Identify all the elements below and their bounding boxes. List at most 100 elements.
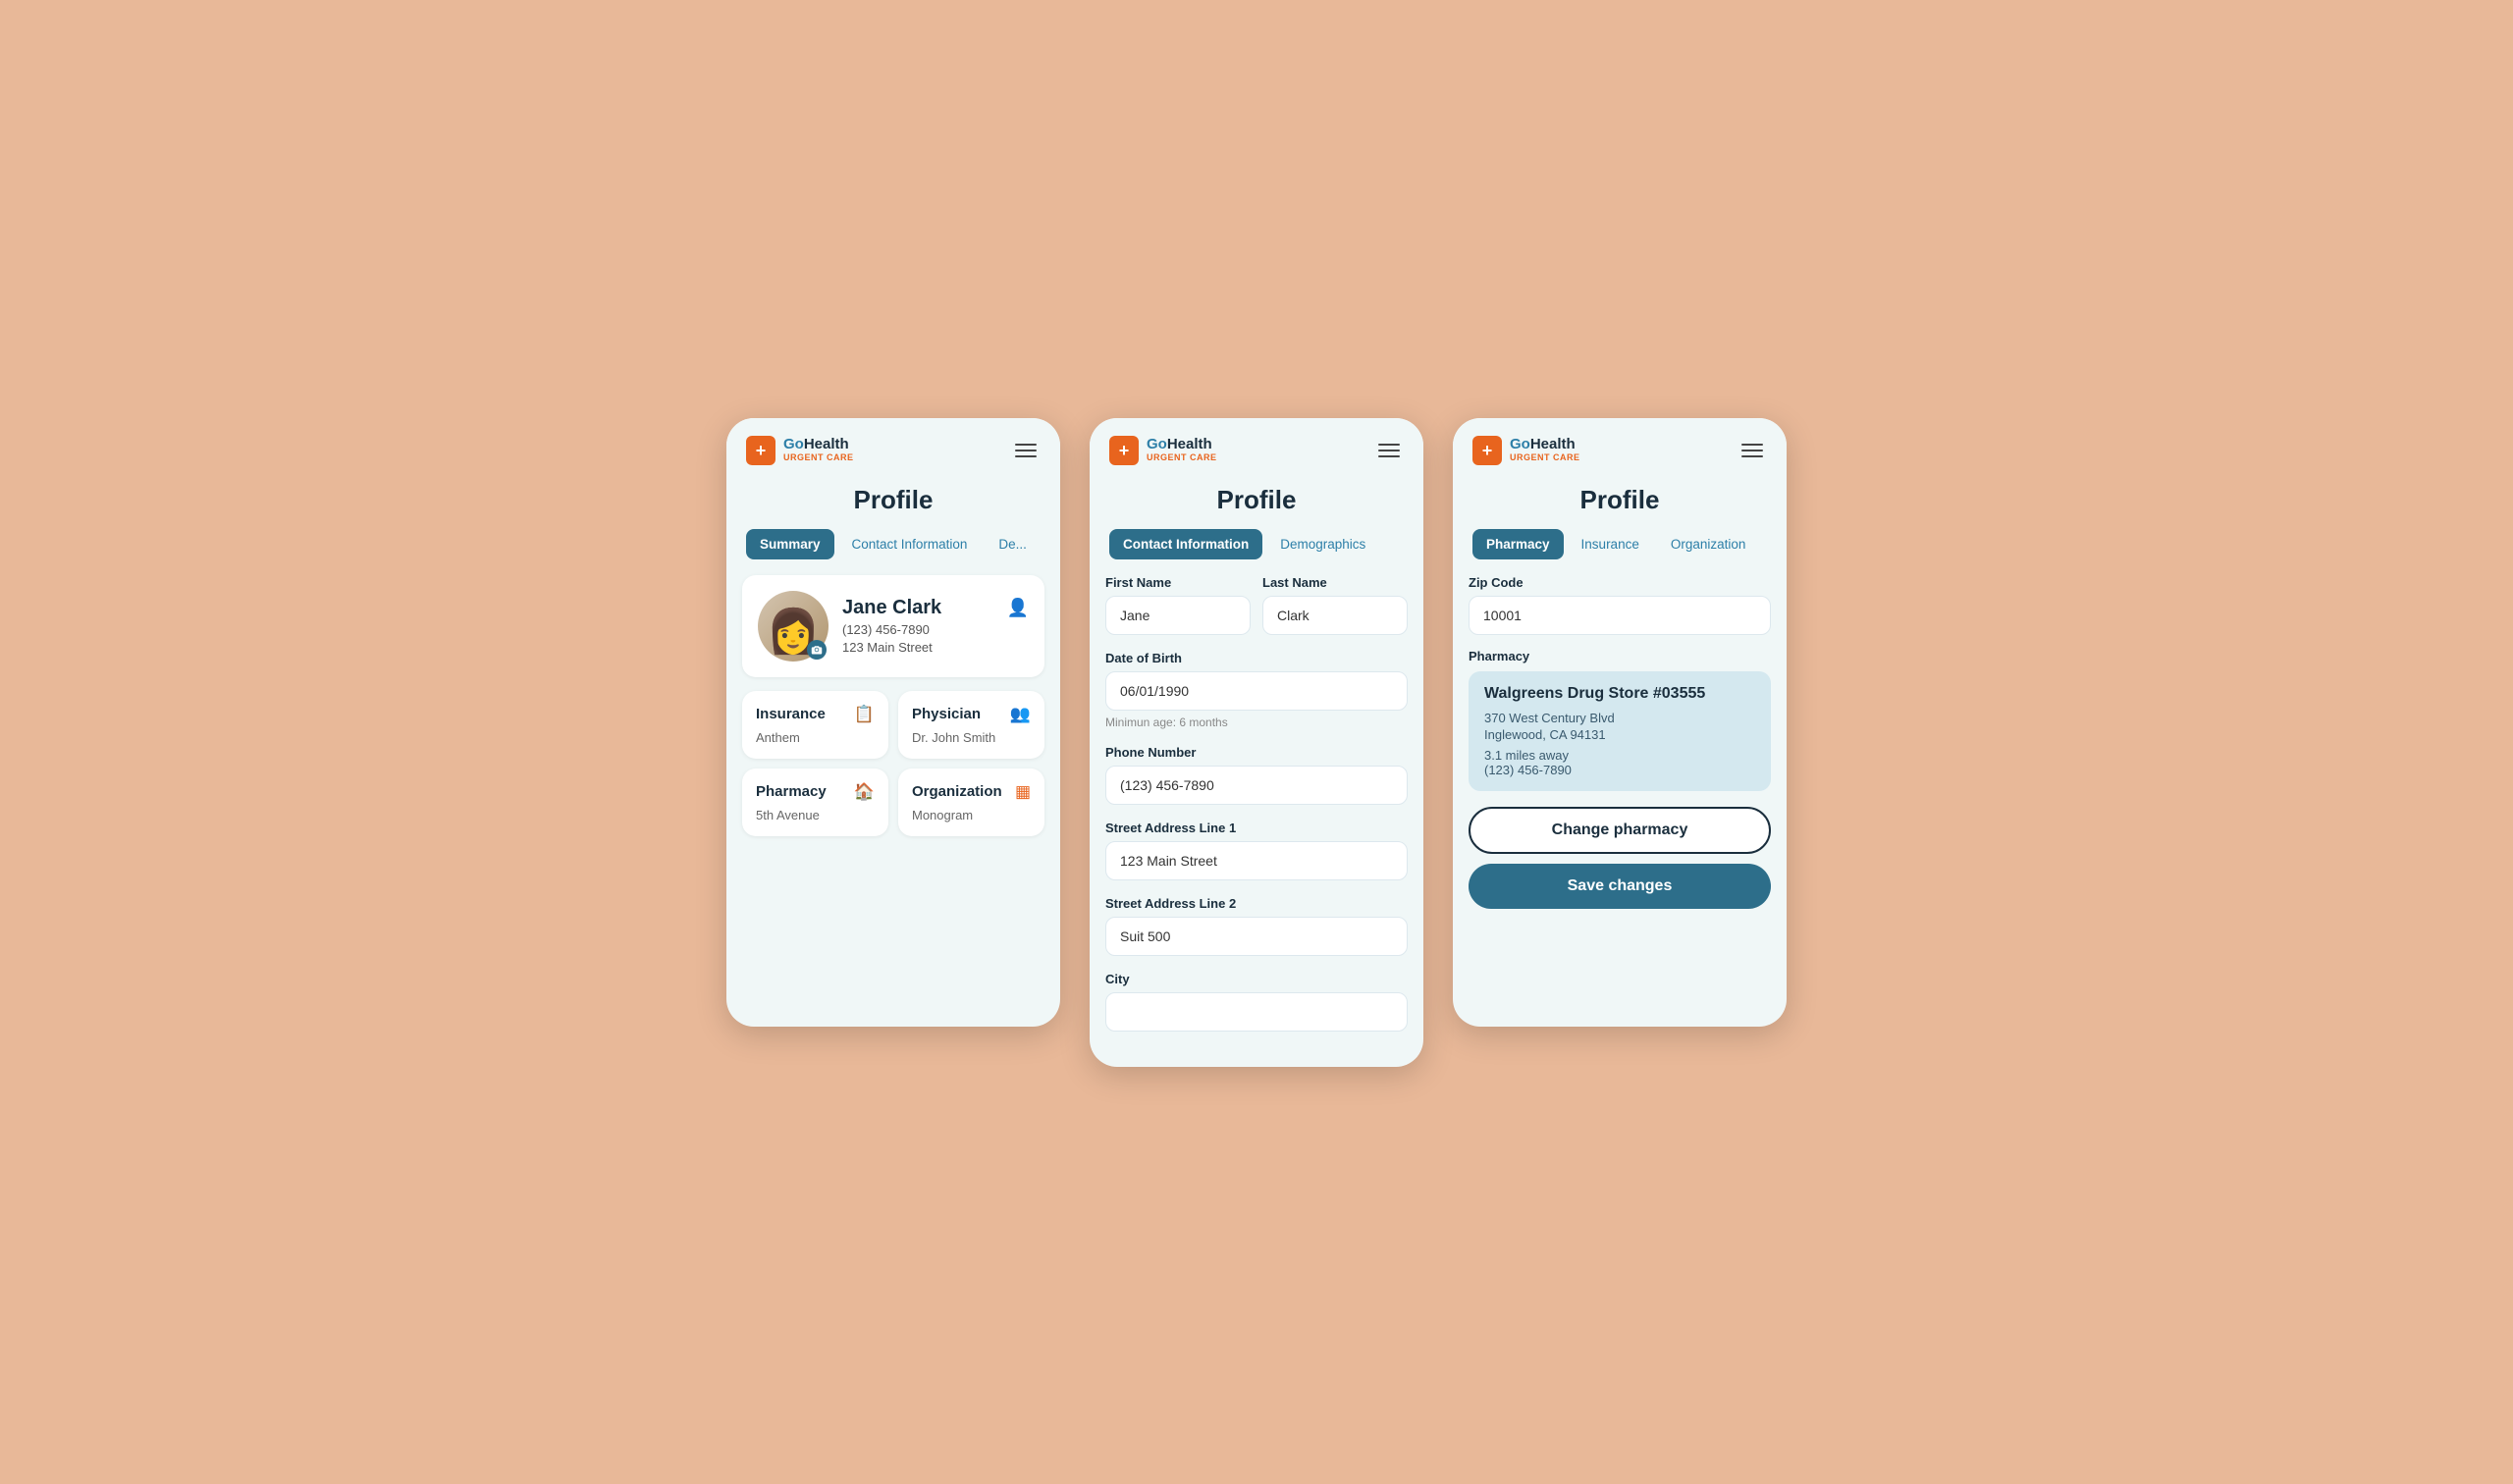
screen-3-pharmacy: + GoHealth URGENT CARE Profile Pharmacy … — [1453, 418, 1787, 1027]
last-name-group: Last Name — [1262, 575, 1408, 635]
logo-health-text: Health — [804, 436, 849, 452]
tab-summary[interactable]: Summary — [746, 529, 834, 559]
organization-card[interactable]: Organization ▦ Monogram — [898, 768, 1044, 836]
organization-icon: ▦ — [1015, 782, 1031, 802]
logo-3: + GoHealth URGENT CARE — [1472, 436, 1580, 465]
screen-2-body: First Name Last Name Date of Birth Minim… — [1090, 575, 1423, 1067]
screen-1-body: 👩 Jane Clark 👤 (123) 456-7890 123 Main S… — [726, 575, 1060, 1027]
city-input[interactable] — [1105, 992, 1408, 1032]
logo-2: + GoHealth URGENT CARE — [1109, 436, 1217, 465]
header-3: + GoHealth URGENT CARE — [1453, 418, 1787, 475]
tab-de[interactable]: De... — [985, 529, 1041, 559]
insurance-icon: 📋 — [854, 705, 875, 724]
pharmacy-address2: Inglewood, CA 94131 — [1484, 727, 1755, 742]
city-group: City — [1105, 972, 1408, 1032]
dob-hint: Minimun age: 6 months — [1105, 716, 1408, 729]
screen-3-title: Profile — [1453, 475, 1787, 529]
phone-label: Phone Number — [1105, 745, 1408, 760]
last-name-input[interactable] — [1262, 596, 1408, 635]
logo-urgent-text: URGENT CARE — [783, 453, 854, 463]
last-name-label: Last Name — [1262, 575, 1408, 590]
gohealth-logo-icon-1: + — [746, 436, 775, 465]
organization-label: Organization — [912, 783, 1002, 800]
phone-input[interactable] — [1105, 766, 1408, 805]
profile-phone: (123) 456-7890 — [842, 622, 1029, 637]
address1-group: Street Address Line 1 — [1105, 821, 1408, 880]
profile-card: 👩 Jane Clark 👤 (123) 456-7890 123 Main S… — [742, 575, 1044, 677]
menu-icon-2[interactable] — [1374, 440, 1404, 461]
first-name-input[interactable] — [1105, 596, 1251, 635]
screen-2-title: Profile — [1090, 475, 1423, 529]
screens-container: + GoHealth URGENT CARE Profile Summary C… — [726, 418, 1787, 1067]
insurance-card[interactable]: Insurance 📋 Anthem — [742, 691, 888, 759]
tabs-1: Summary Contact Information De... — [726, 529, 1060, 559]
pharmacy-section-label: Pharmacy — [1469, 649, 1771, 663]
physician-label: Physician — [912, 706, 981, 722]
logo-health-text-3: Health — [1530, 436, 1576, 452]
tabs-3: Pharmacy Insurance Organization — [1453, 529, 1787, 559]
zip-group: Zip Code — [1469, 575, 1771, 635]
city-label: City — [1105, 972, 1408, 986]
screen-1-summary: + GoHealth URGENT CARE Profile Summary C… — [726, 418, 1060, 1027]
pharmacy-address1: 370 West Century Blvd — [1484, 711, 1755, 725]
logo-urgent-text-3: URGENT CARE — [1510, 453, 1580, 463]
save-changes-button[interactable]: Save changes — [1469, 864, 1771, 909]
screen-1-title: Profile — [726, 475, 1060, 529]
menu-icon-1[interactable] — [1011, 440, 1041, 461]
logo-go-text-3: Go — [1510, 436, 1530, 452]
logo-urgent-text-2: URGENT CARE — [1147, 453, 1217, 463]
logo-go-text-2: Go — [1147, 436, 1167, 452]
dob-group: Date of Birth Minimun age: 6 months — [1105, 651, 1408, 729]
tab-pharmacy-active[interactable]: Pharmacy — [1472, 529, 1564, 559]
pharmacy-card[interactable]: Pharmacy 🏠 5th Avenue — [742, 768, 888, 836]
screen-3-body: Zip Code Pharmacy Walgreens Drug Store #… — [1453, 575, 1787, 1027]
gohealth-logo-icon-3: + — [1472, 436, 1502, 465]
tab-organization[interactable]: Organization — [1657, 529, 1760, 559]
pharmacy-miles: 3.1 miles away — [1484, 748, 1755, 763]
address1-label: Street Address Line 1 — [1105, 821, 1408, 835]
insurance-label: Insurance — [756, 706, 826, 722]
logo-1: + GoHealth URGENT CARE — [746, 436, 854, 465]
pharmacy-phone: (123) 456-7890 — [1484, 763, 1755, 777]
physician-card[interactable]: Physician 👥 Dr. John Smith — [898, 691, 1044, 759]
address2-input[interactable] — [1105, 917, 1408, 956]
avatar-wrap: 👩 — [758, 591, 829, 662]
tab-contact-info-1[interactable]: Contact Information — [838, 529, 982, 559]
tab-demographics[interactable]: Demographics — [1266, 529, 1379, 559]
address2-group: Street Address Line 2 — [1105, 896, 1408, 956]
zip-label: Zip Code — [1469, 575, 1771, 590]
name-row: First Name Last Name — [1105, 575, 1408, 635]
zip-input[interactable] — [1469, 596, 1771, 635]
address1-input[interactable] — [1105, 841, 1408, 880]
header-2: + GoHealth URGENT CARE — [1090, 418, 1423, 475]
organization-value: Monogram — [912, 808, 1031, 822]
profile-address: 123 Main Street — [842, 640, 1029, 655]
tabs-2: Contact Information Demographics — [1090, 529, 1423, 559]
menu-icon-3[interactable] — [1738, 440, 1767, 461]
profile-name-text: Jane Clark — [842, 597, 941, 619]
svg-text:+: + — [1119, 441, 1130, 460]
pharmacy-selected-card: Walgreens Drug Store #03555 370 West Cen… — [1469, 671, 1771, 791]
first-name-label: First Name — [1105, 575, 1251, 590]
pharmacy-label-s1: Pharmacy — [756, 783, 827, 800]
camera-icon[interactable] — [807, 640, 827, 660]
dob-input[interactable] — [1105, 671, 1408, 711]
info-grid: Insurance 📋 Anthem Physician 👥 Dr. John … — [742, 691, 1044, 836]
svg-text:+: + — [756, 441, 767, 460]
physician-value: Dr. John Smith — [912, 730, 1031, 745]
logo-health-text-2: Health — [1167, 436, 1212, 452]
svg-text:+: + — [1482, 441, 1493, 460]
physician-icon: 👥 — [1010, 705, 1031, 724]
phone-group: Phone Number — [1105, 745, 1408, 805]
tab-contact-info-active[interactable]: Contact Information — [1109, 529, 1262, 559]
pharmacy-value: 5th Avenue — [756, 808, 875, 822]
profile-edit-icon[interactable]: 👤 — [1007, 598, 1029, 618]
insurance-value: Anthem — [756, 730, 875, 745]
header-1: + GoHealth URGENT CARE — [726, 418, 1060, 475]
logo-go-text: Go — [783, 436, 804, 452]
tab-insurance[interactable]: Insurance — [1568, 529, 1653, 559]
pharmacy-icon: 🏠 — [854, 782, 875, 802]
screen-2-contact: + GoHealth URGENT CARE Profile Contact I… — [1090, 418, 1423, 1067]
profile-info: Jane Clark 👤 (123) 456-7890 123 Main Str… — [842, 597, 1029, 655]
change-pharmacy-button[interactable]: Change pharmacy — [1469, 807, 1771, 854]
